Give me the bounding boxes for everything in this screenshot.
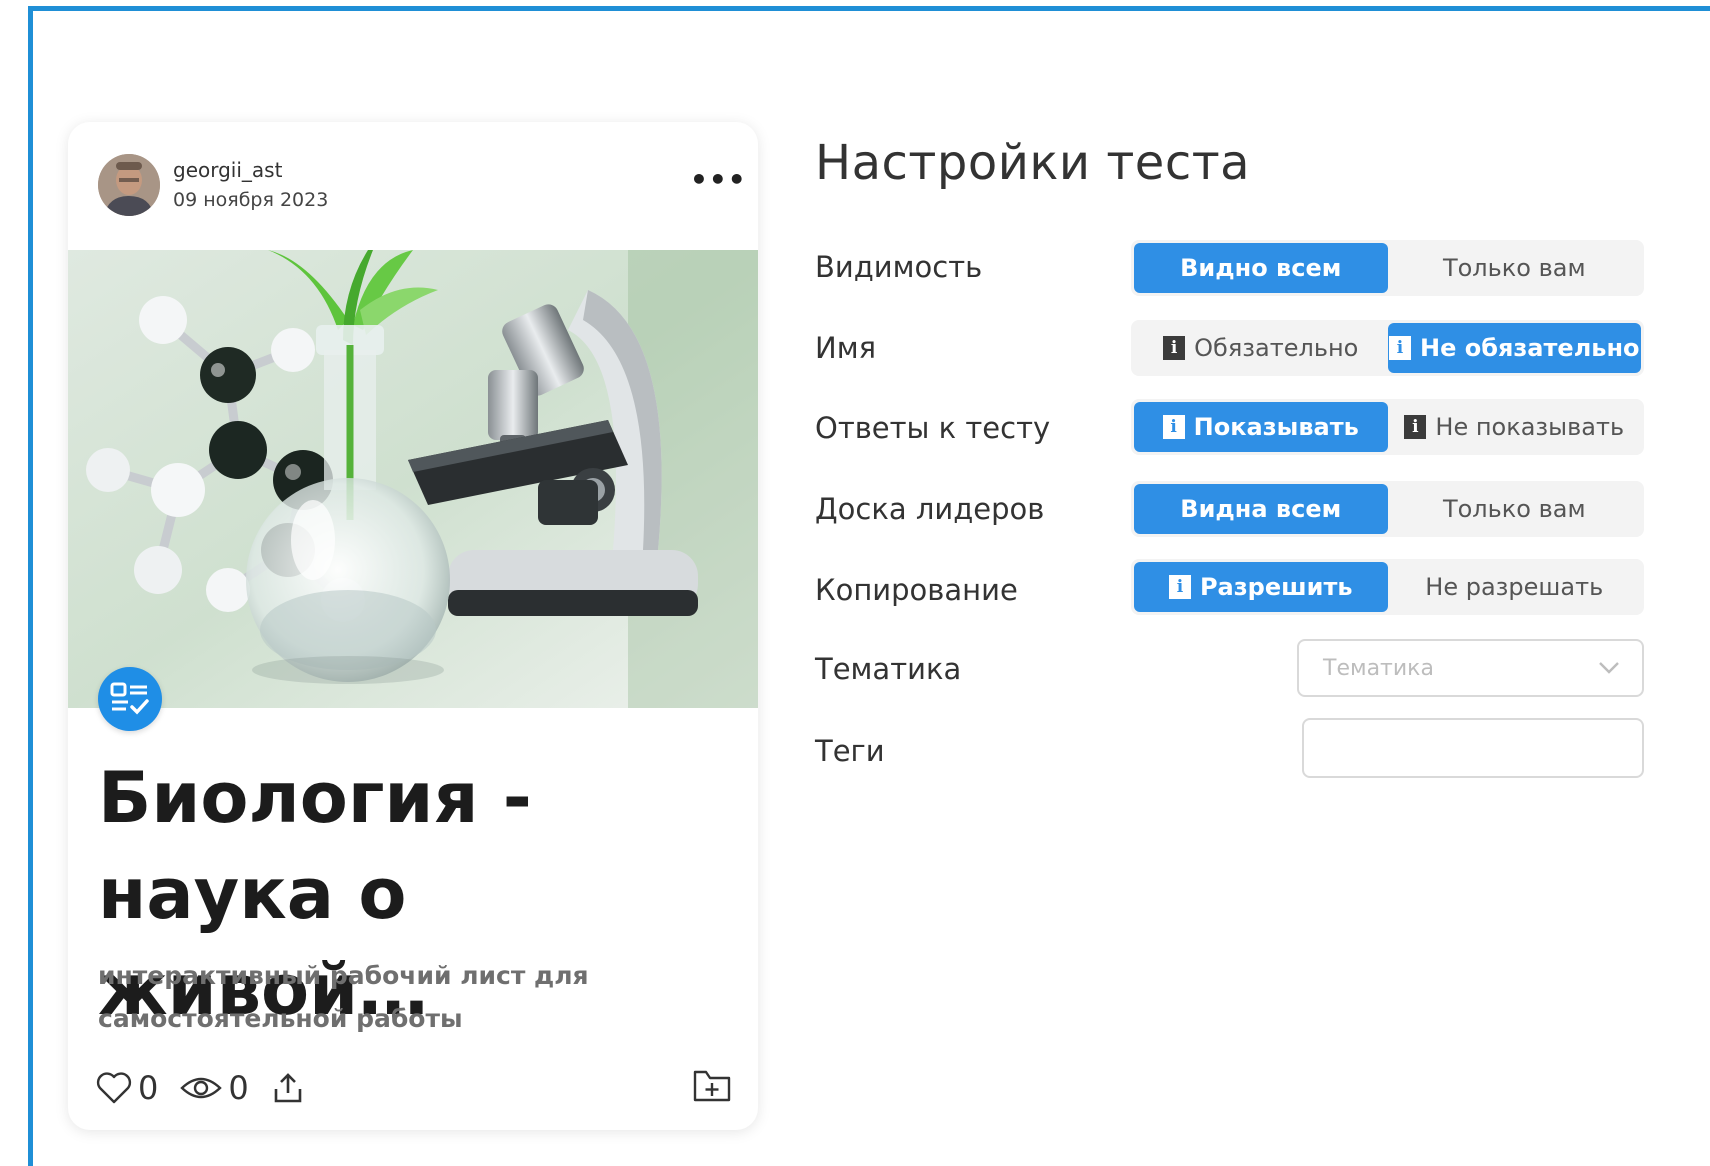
eye-icon: [180, 1077, 223, 1099]
card-subtitle-line-2: самостоятельной работы: [98, 1004, 463, 1033]
avatar[interactable]: [98, 154, 160, 216]
add-to-folder-icon: [693, 1070, 731, 1102]
tags-input[interactable]: [1302, 718, 1644, 778]
visibility-option-all[interactable]: Видно всем: [1134, 243, 1388, 293]
visibility-option-only-you[interactable]: Только вам: [1388, 243, 1642, 293]
add-to-folder-button[interactable]: [690, 1064, 734, 1108]
name-label: Имя: [815, 331, 877, 365]
cover-image: [68, 250, 758, 708]
name-option-required[interactable]: i Обязательно: [1134, 323, 1388, 373]
copying-option-allow[interactable]: i Разрешить: [1134, 562, 1388, 612]
info-icon: i: [1168, 575, 1191, 599]
answers-option-hide-label: Не показывать: [1435, 413, 1625, 441]
views-count: 0: [228, 1069, 249, 1107]
leaderboard-toggle: Видна всем Только вам: [1131, 481, 1644, 537]
visibility-toggle: Видно всем Только вам: [1131, 240, 1644, 296]
card-title-line-1: Биология -: [98, 757, 532, 839]
author-username[interactable]: georgii_ast: [173, 155, 328, 185]
name-option-optional[interactable]: i Не обязательно: [1387, 323, 1641, 373]
likes-count: 0: [138, 1069, 159, 1107]
heart-icon: [96, 1072, 132, 1104]
info-icon: i: [1404, 415, 1427, 439]
topic-select-placeholder: Тематика: [1323, 655, 1434, 681]
answers-option-show-label: Показывать: [1193, 413, 1359, 441]
card-subtitle: интерактивный рабочий лист для самостоят…: [98, 954, 658, 1040]
topic-label: Тематика: [815, 652, 962, 686]
author-block: georgii_ast 09 ноября 2023: [98, 152, 328, 218]
copying-option-allow-label: Разрешить: [1199, 573, 1353, 601]
leaderboard-option-all[interactable]: Видна всем: [1134, 484, 1388, 534]
chevron-down-icon: [1599, 662, 1619, 674]
answers-option-show[interactable]: i Показывать: [1134, 402, 1388, 452]
more-icon[interactable]: •••: [690, 166, 746, 200]
name-option-required-label: Обязательно: [1194, 334, 1359, 362]
name-toggle: i Обязательно i Не обязательно: [1131, 320, 1644, 376]
card-stats: 0 0: [96, 1064, 305, 1112]
settings-title: Настройки теста: [815, 135, 1251, 191]
copying-label: Копирование: [815, 573, 1018, 607]
answers-toggle: i Показывать i Не показывать: [1131, 399, 1644, 455]
info-icon: i: [1388, 336, 1411, 360]
visibility-label: Видимость: [815, 250, 983, 284]
copying-option-deny[interactable]: Не разрешать: [1388, 562, 1642, 612]
share-icon: [274, 1073, 302, 1103]
share-button[interactable]: [271, 1071, 305, 1105]
tags-label: Теги: [815, 734, 885, 768]
views-stat: 0: [180, 1069, 249, 1107]
worksheet-icon: [98, 667, 162, 731]
answers-label: Ответы к тесту: [815, 411, 1051, 445]
publish-date: 09 ноября 2023: [173, 189, 329, 211]
topic-select[interactable]: Тематика: [1297, 639, 1644, 697]
info-icon: i: [1162, 415, 1185, 439]
like-button[interactable]: 0: [96, 1069, 158, 1107]
copying-toggle: i Разрешить Не разрешать: [1131, 559, 1644, 615]
worksheet-card[interactable]: georgii_ast 09 ноября 2023 ••• Биология …: [68, 122, 758, 1130]
answers-option-hide[interactable]: i Не показывать: [1388, 402, 1642, 452]
leaderboard-option-only-you[interactable]: Только вам: [1388, 484, 1642, 534]
name-option-optional-label: Не обязательно: [1419, 334, 1640, 362]
card-subtitle-line-1: интерактивный рабочий лист для: [98, 961, 589, 990]
info-icon: i: [1163, 336, 1186, 360]
leaderboard-label: Доска лидеров: [815, 492, 1045, 526]
